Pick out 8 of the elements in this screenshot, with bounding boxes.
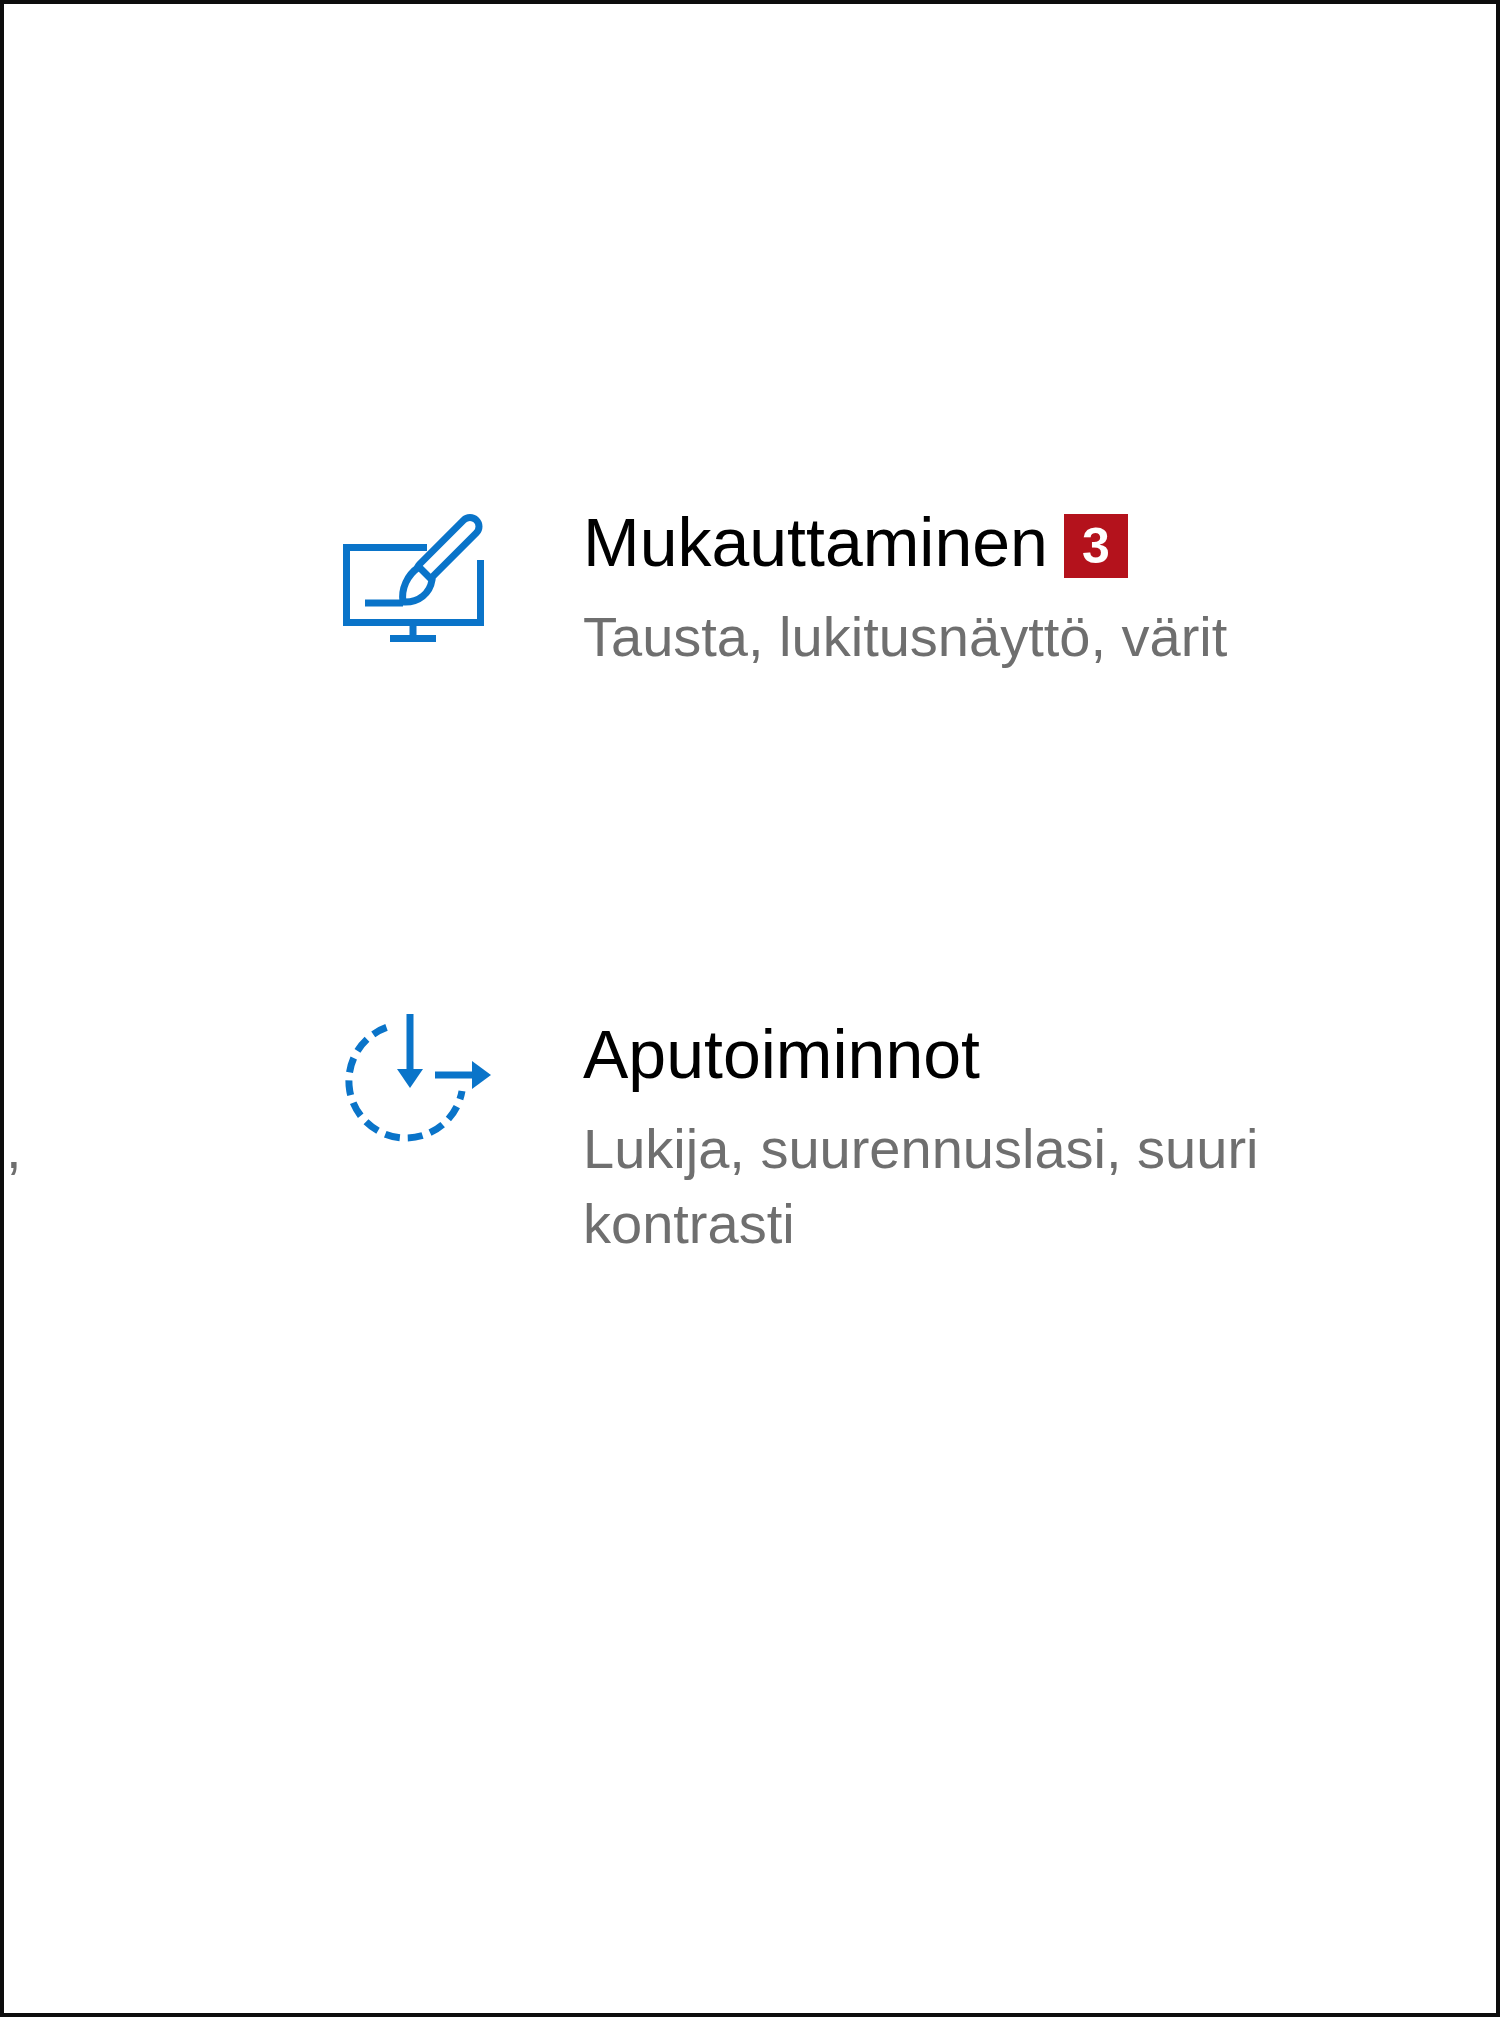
dashed-circle-arrows-icon [343,1014,491,1142]
notification-badge: 3 [1063,514,1128,578]
cut-off-text: , [6,1116,22,1182]
category-description: Tausta, lukitusnäyttö, värit [583,604,1229,670]
category-description: Lukija, suurennuslasi, suuri kontrasti [583,1116,1260,1257]
paintbrush-monitor-icon [343,514,484,642]
category-title[interactable]: Aputoiminnot [583,1013,980,1095]
category-title[interactable]: Mukauttaminen [583,501,1048,583]
